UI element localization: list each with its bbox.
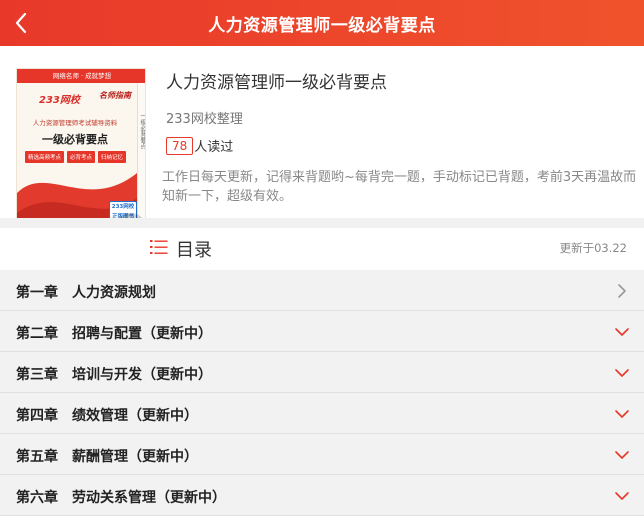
chapter-label: 第六章 劳动关系管理（更新中） xyxy=(16,490,226,506)
toc-updated-date: 更新于03.22 xyxy=(559,241,627,255)
chevron-right-icon xyxy=(618,284,626,298)
read-count-badge: 78 xyxy=(166,136,194,155)
read-label: 人读过 xyxy=(194,140,234,155)
chapter-item[interactable]: 第四章 绩效管理（更新中） xyxy=(0,393,644,434)
book-author: 233网校整理 xyxy=(166,112,243,127)
chevron-down-icon xyxy=(615,410,629,418)
chevron-down-icon xyxy=(615,492,629,500)
chapter-item[interactable]: 第二章 招聘与配置（更新中） xyxy=(0,311,644,352)
cover-main-title: 一级必背要点 xyxy=(42,133,108,146)
chapter-label: 第五章 薪酬管理（更新中） xyxy=(16,449,198,465)
cover-subtitle: 人力资源管理师考试辅导资料 xyxy=(32,119,118,127)
chevron-down-icon xyxy=(615,451,629,459)
chapter-list: 第一章 人力资源规划 第二章 招聘与配置（更新中） 第三章 培训与开发（更新中）… xyxy=(0,270,644,516)
toc-header: 目录 更新于03.22 xyxy=(0,228,644,268)
app-header: 人力资源管理师一级必背要点 xyxy=(0,0,644,46)
chapter-label: 第一章 人力资源规划 xyxy=(16,285,156,301)
chapter-label: 第二章 招聘与配置（更新中） xyxy=(16,326,212,342)
book-info: 网络名师 · 成就梦想 233网校 名师指南 人力资源管理师考试辅导资料 一级必… xyxy=(0,46,644,244)
chevron-left-icon xyxy=(15,12,27,34)
page-title: 人力资源管理师一级必背要点 xyxy=(208,15,436,36)
chapter-item[interactable]: 第五章 薪酬管理（更新中） xyxy=(0,434,644,475)
chapter-label: 第四章 绩效管理（更新中） xyxy=(16,408,198,424)
section-divider xyxy=(0,218,644,228)
chapter-item[interactable]: 第三章 培训与开发（更新中） xyxy=(0,352,644,393)
toc-title: 目录 xyxy=(176,240,212,261)
cover-banner: 网络名师 · 成就梦想 xyxy=(17,69,145,83)
list-icon xyxy=(150,240,168,254)
cover-brand: 名师指南 xyxy=(99,91,131,100)
chapter-item[interactable]: 第六章 劳动关系管理（更新中） xyxy=(0,475,644,516)
read-stats: 78 人读过 xyxy=(166,136,233,155)
chevron-down-icon xyxy=(615,369,629,377)
chapter-label: 第三章 培训与开发（更新中） xyxy=(16,367,212,383)
chevron-down-icon xyxy=(615,328,629,336)
back-button[interactable] xyxy=(8,9,36,37)
book-description: 工作日每天更新，记得来背题哟~每背完一题，手动标记已背题，考前3天再温故而知新一… xyxy=(162,170,637,204)
cover-logo: 233网校 xyxy=(39,95,80,106)
book-title: 人力资源管理师一级必背要点 xyxy=(166,73,387,93)
chapter-item[interactable]: 第一章 人力资源规划 xyxy=(0,270,644,311)
